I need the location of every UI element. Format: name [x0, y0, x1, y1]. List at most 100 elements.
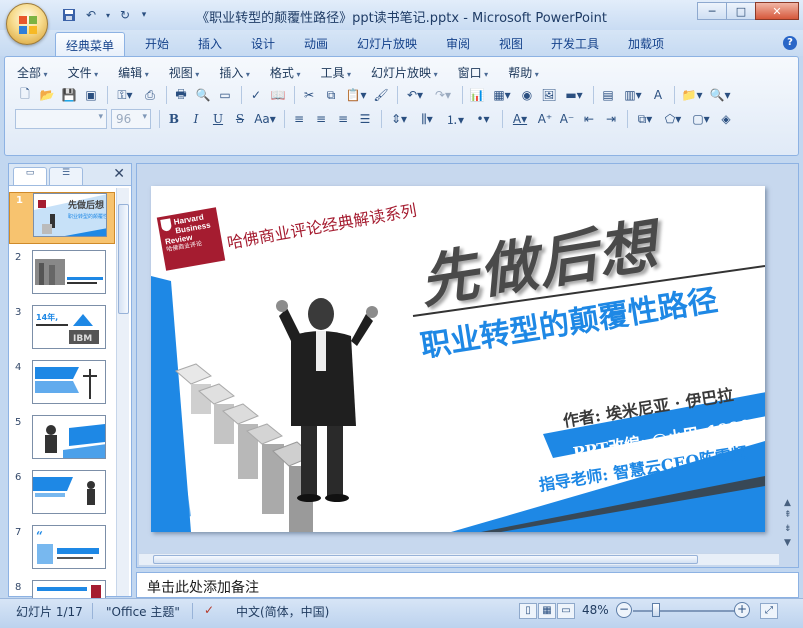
- scrollbar-thumb[interactable]: [118, 204, 129, 314]
- menu-view[interactable]: 视图: [169, 64, 200, 81]
- maximize-button[interactable]: □: [726, 2, 756, 20]
- slide-thumbnail[interactable]: 7 “: [9, 525, 115, 577]
- tab-home[interactable]: 开始: [145, 35, 169, 52]
- menu-edit[interactable]: 编辑: [118, 64, 149, 81]
- help-icon[interactable]: ?: [783, 36, 797, 50]
- notes-pane[interactable]: 单击此处添加备注: [136, 572, 799, 598]
- outline-tab-icon[interactable]: ☰: [49, 167, 83, 185]
- zoom-slider-track[interactable]: [633, 610, 741, 612]
- slideshow-view-button[interactable]: ▭: [557, 603, 575, 619]
- slide-thumbnail[interactable]: 8: [9, 580, 115, 598]
- slides-tab-icon[interactable]: ▭: [13, 167, 47, 185]
- zoom-in-button[interactable]: +: [734, 602, 750, 618]
- numbering-icon[interactable]: ⒈▾: [442, 109, 468, 129]
- slide-thumbnail[interactable]: 4: [9, 360, 115, 412]
- open-file-icon[interactable]: 📂: [37, 85, 57, 105]
- scrollbar-thumb[interactable]: [153, 555, 698, 564]
- slide-thumbnail[interactable]: 5: [9, 415, 115, 467]
- slide-thumbnail[interactable]: 3 14年, IBM: [9, 305, 115, 357]
- tab-view[interactable]: 视图: [499, 35, 523, 52]
- underline-icon[interactable]: U: [208, 109, 228, 129]
- zoom-level[interactable]: 48%: [582, 603, 609, 617]
- slide-horizontal-scrollbar[interactable]: [139, 553, 779, 565]
- layout-icon[interactable]: ▥▾: [620, 85, 646, 105]
- tab-animations[interactable]: 动画: [304, 35, 328, 52]
- table-icon[interactable]: ▦▾: [489, 85, 515, 105]
- justify-icon[interactable]: ☰: [355, 109, 375, 129]
- format-painter-icon[interactable]: 🖌: [371, 85, 391, 105]
- menu-help[interactable]: 帮助: [508, 64, 539, 81]
- spelling-icon[interactable]: ✓: [246, 85, 266, 105]
- italic-icon[interactable]: I: [186, 109, 206, 129]
- font-size-combo[interactable]: 96: [111, 109, 151, 129]
- strikethrough-icon[interactable]: S: [230, 109, 250, 129]
- picture-icon[interactable]: 🖼: [539, 85, 559, 105]
- bullets-icon[interactable]: •▾: [470, 109, 496, 129]
- new-slide-icon[interactable]: ▤: [598, 85, 618, 105]
- clipart-icon[interactable]: ◉: [517, 85, 537, 105]
- find-icon[interactable]: 🔍▾: [707, 85, 733, 105]
- align-center-icon[interactable]: ≡: [311, 109, 331, 129]
- close-button[interactable]: ✕: [755, 2, 799, 20]
- grow-font-icon[interactable]: A⁺: [535, 109, 555, 129]
- zoom-slider-knob[interactable]: [652, 603, 660, 617]
- shapes-icon[interactable]: ⬠▾: [660, 109, 686, 129]
- fit-to-window-icon[interactable]: ⤢: [760, 603, 778, 619]
- save-pdf-icon[interactable]: ▣: [81, 85, 101, 105]
- tab-slideshow[interactable]: 幻灯片放映: [357, 35, 417, 52]
- shape-style-icon[interactable]: ▢▾: [688, 109, 714, 129]
- menu-all[interactable]: 全部: [17, 64, 48, 81]
- panel-scrollbar[interactable]: [116, 188, 129, 596]
- print-icon[interactable]: 🖶: [171, 85, 191, 105]
- undo-icon[interactable]: ↶▾: [402, 85, 428, 105]
- current-slide[interactable]: Harvard Business Review 哈佛商业评论 哈佛商业评论经典解…: [151, 186, 765, 532]
- font-name-combo[interactable]: [15, 109, 107, 129]
- slide-thumbnail[interactable]: 1 先做后想 职业转型的颠覆性路径: [9, 192, 115, 244]
- align-text-icon[interactable]: ⫼▾: [414, 109, 440, 129]
- tab-addins[interactable]: 加载项: [628, 35, 664, 52]
- shape-fill-icon[interactable]: ◈: [716, 109, 736, 129]
- menu-window[interactable]: 窗口: [458, 64, 489, 81]
- menu-format[interactable]: 格式: [270, 64, 301, 81]
- tab-design[interactable]: 设计: [251, 35, 275, 52]
- next-slide-icon[interactable]: ⇟: [784, 524, 792, 534]
- change-case-icon[interactable]: Aa▾: [252, 109, 278, 129]
- slide-vertical-scrollbar[interactable]: ▲ ⇞ ⇟ ▼: [782, 168, 796, 553]
- menu-insert[interactable]: 插入: [219, 64, 250, 81]
- zoom-out-button[interactable]: −: [616, 602, 632, 618]
- align-left-icon[interactable]: ≡: [289, 109, 309, 129]
- scroll-down-icon[interactable]: ▼: [784, 538, 791, 548]
- page-setup-icon[interactable]: ▭: [215, 85, 235, 105]
- shrink-font-icon[interactable]: A⁻: [557, 109, 577, 129]
- redo-icon[interactable]: ↷▾: [430, 85, 456, 105]
- align-right-icon[interactable]: ≡: [333, 109, 353, 129]
- research-icon[interactable]: 📖: [268, 85, 288, 105]
- tab-developer[interactable]: 开发工具: [551, 35, 599, 52]
- menu-file[interactable]: 文件: [68, 64, 99, 81]
- slide-thumbnail[interactable]: 6: [9, 470, 115, 522]
- menu-tools[interactable]: 工具: [320, 64, 351, 81]
- increase-indent-icon[interactable]: ⇥: [601, 109, 621, 129]
- bold-icon[interactable]: B: [164, 109, 184, 129]
- copy-icon[interactable]: ⧉: [321, 85, 341, 105]
- new-file-icon[interactable]: 🗋: [15, 85, 35, 105]
- office-button[interactable]: [6, 3, 48, 45]
- tab-insert[interactable]: 插入: [198, 35, 222, 52]
- chart-icon[interactable]: 📊: [467, 85, 487, 105]
- slide-sorter-view-button[interactable]: ▦: [538, 603, 556, 619]
- arrange-icon[interactable]: ⧉▾: [632, 109, 658, 129]
- scroll-up-icon[interactable]: ▲: [784, 498, 791, 508]
- text-direction-icon[interactable]: ⇕▾: [386, 109, 412, 129]
- previous-slide-icon[interactable]: ⇞: [784, 510, 792, 520]
- preview-icon[interactable]: 🔍: [193, 85, 213, 105]
- minimize-button[interactable]: ─: [697, 2, 727, 20]
- permission-icon[interactable]: ⚿▾: [112, 85, 138, 105]
- cut-icon[interactable]: ✂: [299, 85, 319, 105]
- decrease-indent-icon[interactable]: ⇤: [579, 109, 599, 129]
- textbox-icon[interactable]: A: [648, 85, 668, 105]
- folder-icon[interactable]: 📁▾: [679, 85, 705, 105]
- close-panel-icon[interactable]: ✕: [113, 166, 125, 182]
- fill-color-icon[interactable]: ▬▾: [561, 85, 587, 105]
- save-icon[interactable]: 💾: [59, 85, 79, 105]
- normal-view-button[interactable]: ▯: [519, 603, 537, 619]
